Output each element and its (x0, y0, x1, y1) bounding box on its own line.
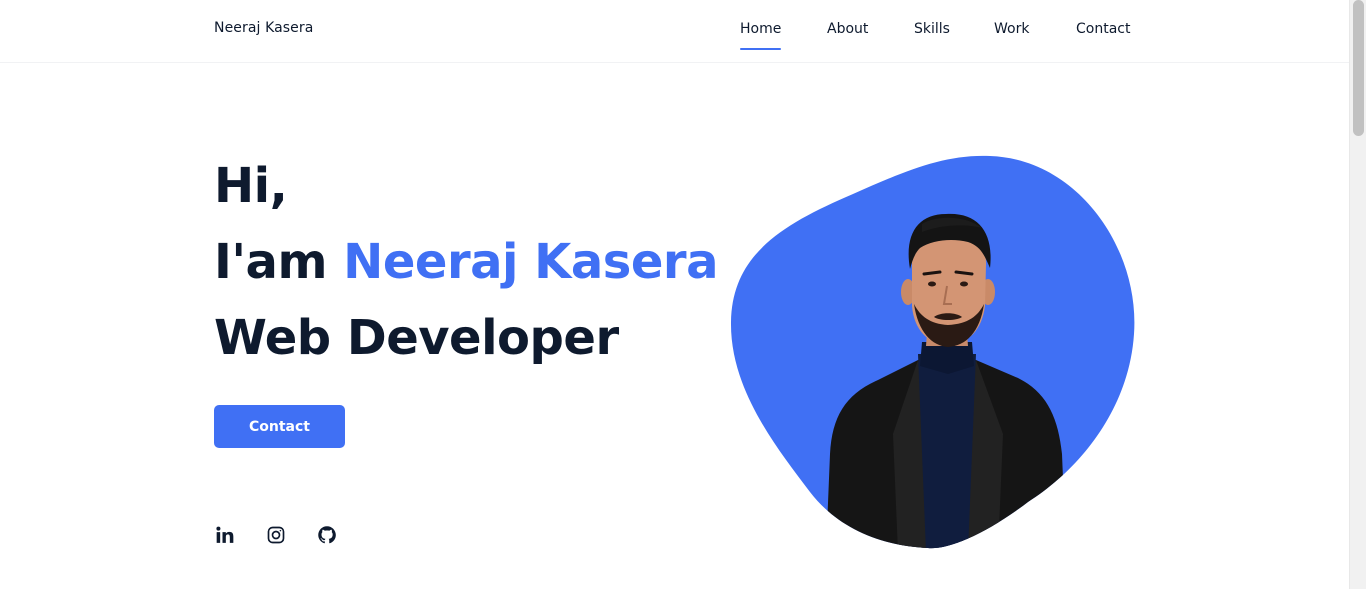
instagram-icon[interactable] (265, 524, 286, 545)
github-icon[interactable] (316, 524, 337, 545)
hero-intro: I'am Neeraj Kasera (214, 224, 718, 300)
main-nav: Home About Skills Work Contact (0, 20, 1349, 50)
linkedin-icon[interactable] (214, 524, 235, 545)
nav-home[interactable]: Home (740, 20, 782, 50)
hero-greeting: Hi, (214, 158, 288, 214)
hero-heading: Hi, I'am Neeraj Kasera Web Developer (214, 148, 718, 376)
nav-skills[interactable]: Skills (914, 20, 950, 38)
page-scrollbar[interactable] (1349, 0, 1366, 589)
hero-name: Neeraj Kasera (343, 234, 718, 290)
scrollbar-thumb[interactable] (1353, 0, 1364, 136)
hero-portrait (730, 155, 1135, 549)
hero-role: Web Developer (214, 310, 619, 366)
contact-button[interactable]: Contact (214, 405, 345, 448)
nav-work[interactable]: Work (994, 20, 1029, 38)
social-links (214, 524, 337, 545)
site-header: Neeraj Kasera Home About Skills Work Con… (0, 0, 1349, 63)
hero-intro-prefix: I'am (214, 234, 344, 290)
nav-about[interactable]: About (827, 20, 868, 38)
nav-contact[interactable]: Contact (1076, 20, 1130, 38)
